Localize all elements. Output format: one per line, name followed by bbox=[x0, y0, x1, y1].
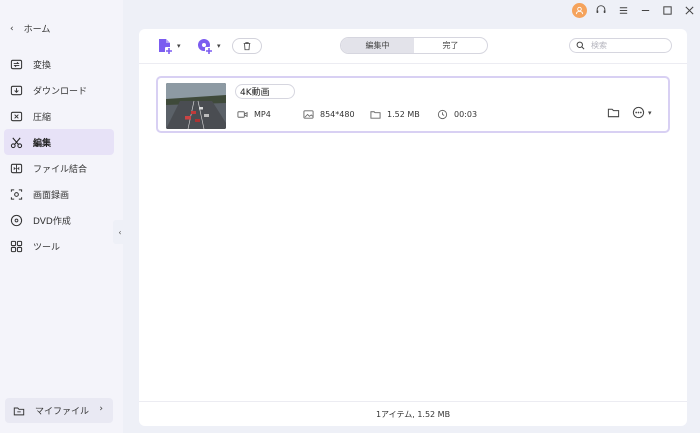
compress-icon bbox=[10, 111, 23, 121]
image-icon bbox=[303, 110, 314, 119]
download-icon bbox=[10, 85, 23, 95]
sidebar-item-label: 画面録画 bbox=[33, 190, 70, 201]
account-button[interactable] bbox=[568, 0, 590, 20]
search-box bbox=[569, 38, 672, 53]
sidebar-item-label: 圧縮 bbox=[33, 112, 52, 123]
toolbar-divider bbox=[139, 63, 687, 64]
folder-icon bbox=[13, 407, 25, 415]
format-info: MP4 bbox=[237, 109, 271, 120]
add-media-icon bbox=[198, 39, 213, 55]
disc-icon bbox=[10, 214, 23, 226]
status-text: 1アイテム, 1.52 MB bbox=[375, 409, 451, 419]
folder-icon bbox=[370, 111, 381, 119]
close-button[interactable] bbox=[678, 0, 700, 20]
video-thumbnail[interactable] bbox=[166, 83, 226, 129]
maximize-button[interactable] bbox=[656, 0, 678, 20]
scissors-icon bbox=[10, 137, 23, 148]
minimize-button[interactable] bbox=[634, 0, 656, 20]
chevron-left-icon: ‹ bbox=[10, 23, 14, 34]
sidebar-nav: 変換 ダウンロード 圧縮 編集 ファイル結合 画面録画 DVD作成 ツール bbox=[4, 51, 114, 259]
more-icon bbox=[632, 106, 645, 119]
grid-icon bbox=[10, 240, 23, 252]
hamburger-icon bbox=[619, 6, 627, 14]
maximize-icon bbox=[662, 5, 672, 15]
sidebar-item-edit[interactable]: 編集 bbox=[4, 129, 114, 155]
add-file-icon bbox=[159, 39, 173, 55]
tab-editing[interactable]: 編集中 bbox=[341, 38, 414, 53]
minimize-icon bbox=[641, 9, 649, 11]
add-file-button[interactable]: ▾ bbox=[156, 37, 181, 55]
sidebar-item-merge[interactable]: ファイル結合 bbox=[4, 155, 114, 181]
delete-button[interactable] bbox=[232, 38, 262, 54]
main-panel: ▾ ▾ 編集中 完了 検索 4K動画 MP4 854*480 1.52 MB 0… bbox=[139, 29, 687, 426]
support-button[interactable] bbox=[590, 0, 612, 20]
sidebar-item-download[interactable]: ダウンロード bbox=[4, 77, 114, 103]
status-bar: 1アイテム, 1.52 MB bbox=[139, 401, 687, 426]
headset-icon bbox=[596, 5, 606, 13]
duration-info: 00:03 bbox=[437, 109, 477, 120]
chevron-left-icon: ‹ bbox=[118, 227, 122, 237]
status-tabs: 編集中 完了 bbox=[340, 37, 488, 54]
open-folder-button[interactable] bbox=[607, 106, 620, 119]
screen-record-icon bbox=[10, 188, 23, 200]
chevron-right-icon: › bbox=[99, 404, 103, 414]
sidebar-item-label: ダウンロード bbox=[33, 86, 88, 97]
sidebar-item-compress[interactable]: 圧縮 bbox=[4, 103, 114, 129]
sidebar-item-label: ファイル結合 bbox=[33, 164, 88, 175]
sidebar-item-label: 編集 bbox=[33, 138, 52, 149]
size-info: 1.52 MB bbox=[370, 109, 420, 120]
search-input[interactable] bbox=[591, 41, 661, 50]
chevron-down-icon: ▾ bbox=[648, 108, 652, 117]
clock-icon bbox=[437, 109, 448, 120]
sidebar: ‹ ホーム 変換 ダウンロード 圧縮 編集 ファイル結合 画面録画 DVD作成 … bbox=[0, 0, 123, 433]
search-icon bbox=[576, 41, 585, 50]
resolution-info: 854*480 bbox=[303, 109, 355, 120]
my-files-label: マイファイル bbox=[35, 407, 90, 417]
menu-button[interactable] bbox=[612, 0, 634, 20]
toolbar: ▾ ▾ 編集中 完了 bbox=[139, 29, 687, 63]
folder-open-icon bbox=[607, 108, 620, 118]
resolution-value: 854*480 bbox=[320, 110, 355, 119]
chevron-down-icon: ▾ bbox=[217, 42, 221, 50]
file-name-field[interactable]: 4K動画 bbox=[235, 84, 295, 99]
sidebar-item-label: 変換 bbox=[33, 60, 52, 71]
format-value: MP4 bbox=[254, 110, 271, 119]
chevron-down-icon: ▾ bbox=[177, 42, 181, 50]
title-bar bbox=[568, 0, 700, 20]
more-options-button[interactable]: ▾ bbox=[632, 106, 652, 119]
trash-icon bbox=[243, 42, 251, 51]
user-icon bbox=[575, 6, 583, 14]
sidebar-item-convert[interactable]: 変換 bbox=[4, 51, 114, 77]
convert-icon bbox=[10, 59, 23, 69]
duration-value: 00:03 bbox=[454, 110, 478, 119]
sidebar-item-label: DVD作成 bbox=[33, 216, 71, 227]
my-files-button[interactable]: マイファイル › bbox=[5, 398, 113, 423]
sidebar-item-screen-record[interactable]: 画面録画 bbox=[4, 181, 114, 207]
sidebar-item-label: ツール bbox=[33, 242, 61, 253]
size-value: 1.52 MB bbox=[387, 110, 420, 119]
home-link[interactable]: ‹ ホーム bbox=[10, 22, 51, 36]
file-card[interactable]: 4K動画 MP4 854*480 1.52 MB 00:03 ▾ bbox=[156, 76, 670, 133]
collapse-sidebar-button[interactable]: ‹ bbox=[113, 220, 127, 244]
sidebar-item-dvd[interactable]: DVD作成 bbox=[4, 207, 114, 233]
sidebar-item-tools[interactable]: ツール bbox=[4, 233, 114, 259]
add-from-device-button[interactable]: ▾ bbox=[196, 37, 221, 55]
home-label: ホーム bbox=[23, 25, 51, 35]
tab-finished[interactable]: 完了 bbox=[414, 38, 487, 53]
avatar bbox=[571, 2, 587, 18]
merge-icon bbox=[10, 163, 23, 173]
video-camera-icon bbox=[237, 111, 248, 118]
close-icon bbox=[684, 5, 694, 15]
